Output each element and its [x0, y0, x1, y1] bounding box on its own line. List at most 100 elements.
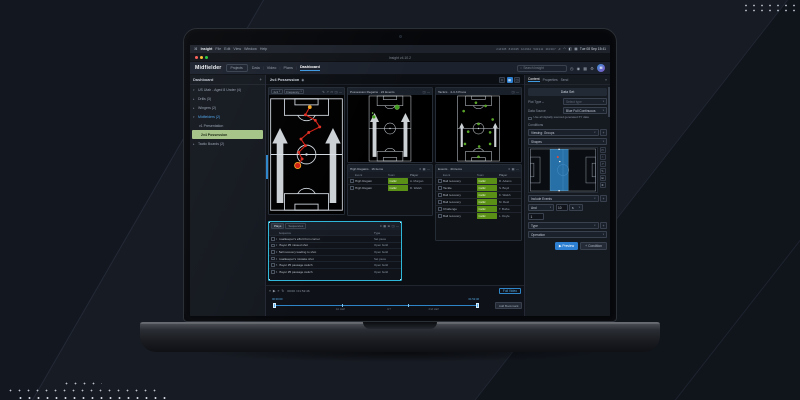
more-icon[interactable]: ⋯ — [427, 167, 430, 171]
wifi-icon[interactable]: ◠ — [563, 47, 566, 51]
and-dropdown[interactable]: And ▾ — [528, 204, 554, 211]
nav-video[interactable]: Video — [267, 66, 277, 70]
draw-pencil-icon[interactable]: ✎ — [322, 90, 325, 94]
grid-tool-icon[interactable]: ⊞ — [599, 175, 606, 181]
nav-data[interactable]: Data — [252, 66, 260, 70]
table-row[interactable]: Tackle Celtic S. Boyd — [436, 184, 521, 191]
xy-data-checkbox[interactable] — [528, 116, 532, 120]
add-event-button[interactable]: + — [600, 195, 607, 202]
tab-sequences[interactable]: Sequences — [285, 223, 307, 229]
preview-button[interactable]: ▶ Preview — [554, 242, 579, 250]
group-dropdown[interactable]: Viewing: Groups ▾ — [528, 129, 599, 136]
more-icon[interactable]: ⋯ — [427, 90, 430, 94]
sidebar-item-midfielders[interactable]: ▾ Midfielders (2) — [190, 112, 265, 121]
target-icon[interactable]: ⊞ — [388, 224, 391, 228]
more-icon[interactable]: ⋯ — [516, 167, 519, 171]
selection-handle[interactable] — [269, 279, 270, 280]
bell-icon[interactable]: ◷ — [570, 66, 574, 71]
users-icon[interactable]: ◉ — [577, 66, 581, 71]
full-video-button[interactable]: Full Video — [498, 287, 521, 295]
add-group-button[interactable]: + — [600, 129, 607, 136]
sequence-row[interactable]: 5 Player #5 passage switch Open build — [269, 261, 401, 268]
filter-icon[interactable]: ≡ — [419, 167, 421, 171]
seconds-input[interactable]: 10 — [555, 204, 568, 211]
view-expand-button[interactable]: ◳ — [514, 76, 520, 83]
table-row[interactable]: Challenge Celtic T. Burke — [436, 205, 521, 212]
menu-edit[interactable]: Edit — [224, 47, 230, 51]
battery-icon[interactable]: ◧ — [568, 47, 571, 51]
table-row[interactable]: Ball recovery Celtic M. Reid — [436, 198, 521, 205]
sequence-row[interactable]: 2 Player #5 missed shot Open build — [269, 241, 401, 249]
more-icon[interactable]: ⋯ — [516, 90, 519, 94]
expand-icon[interactable]: ◳ — [423, 90, 426, 94]
search-input[interactable]: ○ Search Insight — [516, 64, 567, 72]
plot-type-dropdown[interactable]: Select type ▾ — [563, 98, 607, 105]
gear-icon[interactable]: ⚙ — [590, 66, 594, 71]
expand-icon[interactable]: ◳ — [512, 90, 515, 94]
shapes-dropdown[interactable]: Shapes ▾ — [528, 138, 607, 145]
data-set-section[interactable]: Data Set — [528, 88, 607, 96]
nav-plans[interactable]: Plans — [283, 66, 293, 70]
tab-content[interactable]: Content — [528, 77, 540, 83]
view-grid-button[interactable]: ▦ — [506, 76, 513, 83]
panel-scrollbar-thumb[interactable] — [608, 87, 610, 117]
arrow-tool-icon[interactable]: ↗ — [599, 161, 606, 167]
sidebar-item-presentation[interactable]: v1 Presentation — [190, 121, 265, 130]
menu-app-name[interactable]: Insight — [201, 47, 213, 51]
type-dropdown[interactable]: Type ▾ — [528, 222, 599, 229]
delete-tool-icon[interactable]: ⊗ — [599, 182, 606, 188]
sequence-row[interactable]: 1 Goalkeeper's effort from corner Set piec… — [269, 235, 401, 242]
nav-dashboard[interactable]: Dashboard — [299, 65, 320, 71]
selection-handle[interactable] — [269, 222, 270, 223]
chevron-down-icon[interactable]: ▾ — [193, 88, 197, 92]
table-panel-events[interactable]: Events · 44 items ≡ ▦ ⋯ Event Team Playe… — [435, 164, 522, 241]
include-events-dropdown[interactable]: Include Events ▾ — [528, 195, 599, 202]
sidebar-item-drills[interactable]: ▸ Drills (3) — [190, 94, 265, 103]
draw-shape-icon[interactable]: ▭ — [330, 90, 333, 94]
sidebar-item-wingers[interactable]: ▸ Wingers (2) — [190, 103, 265, 112]
select-tool-icon[interactable]: ▭ — [599, 147, 606, 153]
table-row[interactable]: Ball recovery Celtic L. Doyle — [436, 212, 521, 219]
draw-arrow-icon[interactable]: ↗ — [326, 90, 329, 94]
slider-track[interactable] — [275, 303, 477, 307]
slider-handle-start[interactable] — [273, 303, 276, 308]
grid-icon[interactable]: ▦ — [583, 66, 587, 71]
more-icon[interactable]: ⋯ — [396, 224, 399, 228]
expand-icon[interactable]: ◳ — [335, 90, 338, 94]
table-row[interactable]: Ball recovery Celtic K. Walsh — [436, 191, 521, 198]
project-selector-button[interactable]: Projects — [225, 64, 248, 72]
chevron-right-icon[interactable]: ▸ — [193, 106, 197, 110]
grid-icon[interactable]: ▦ — [423, 167, 426, 171]
table-row[interactable]: High Regain Celtic A. Morgan — [348, 177, 432, 184]
menu-window[interactable]: Window — [244, 47, 257, 51]
add-type-button[interactable]: + — [600, 222, 607, 229]
selection-handle[interactable] — [400, 279, 401, 280]
count-input[interactable]: 1 — [528, 213, 544, 220]
play-icon[interactable]: ▶ — [273, 289, 276, 293]
skip-back-icon[interactable]: « — [269, 289, 271, 293]
data-source-dropdown[interactable]: Blue Full Continuous ▾ — [563, 107, 607, 114]
selection-handle[interactable] — [400, 222, 401, 223]
skip-forward-icon[interactable]: » — [278, 289, 280, 293]
zone-pitch[interactable] — [528, 147, 598, 193]
menu-file[interactable]: File — [215, 47, 221, 51]
chevron-down-icon[interactable]: ▾ — [193, 115, 197, 119]
timeline-slider[interactable]: 00:00:00 01:52:46 1st Half HT 2nd Half A… — [266, 296, 524, 316]
sidebar-item-possession-selected[interactable]: 2v4 Possession — [192, 130, 263, 139]
pitch-panel-regains[interactable]: Possession Regains · 22 Events ◳ ⋯ — [347, 87, 433, 163]
pencil-tool-icon[interactable]: ✎ — [599, 168, 606, 174]
add-item-button[interactable]: + — [259, 77, 262, 82]
add-bookmark-button[interactable]: Add Bookmark — [495, 302, 522, 309]
app-logo[interactable]: Midfielder — [195, 65, 222, 71]
menu-help[interactable]: Help — [260, 47, 267, 51]
table-panel-sequences-selected[interactable]: Plays Sequences ≡ ▦ ⊞ ◳ ⋯ Sequence Type … — [268, 221, 402, 281]
pitch-mode-chip[interactable]: 2v4 ▾ — [271, 89, 283, 94]
chevron-right-icon[interactable]: ▸ — [193, 97, 197, 101]
table-row[interactable]: Ball recovery Celtic R. Adams — [436, 177, 521, 184]
pitch-panel-tactics[interactable]: Tactics · 4-3-3 Press ◳ ⋯ — [435, 87, 522, 163]
operation-dropdown[interactable]: Operation ▾ — [528, 231, 607, 238]
sequence-row[interactable]: 6 Player #5 passage switch Open build — [269, 267, 401, 275]
filter-icon[interactable]: ≡ — [380, 224, 382, 228]
circle-tool-icon[interactable]: ○ — [599, 154, 606, 160]
expand-icon[interactable]: ◳ — [392, 224, 395, 228]
